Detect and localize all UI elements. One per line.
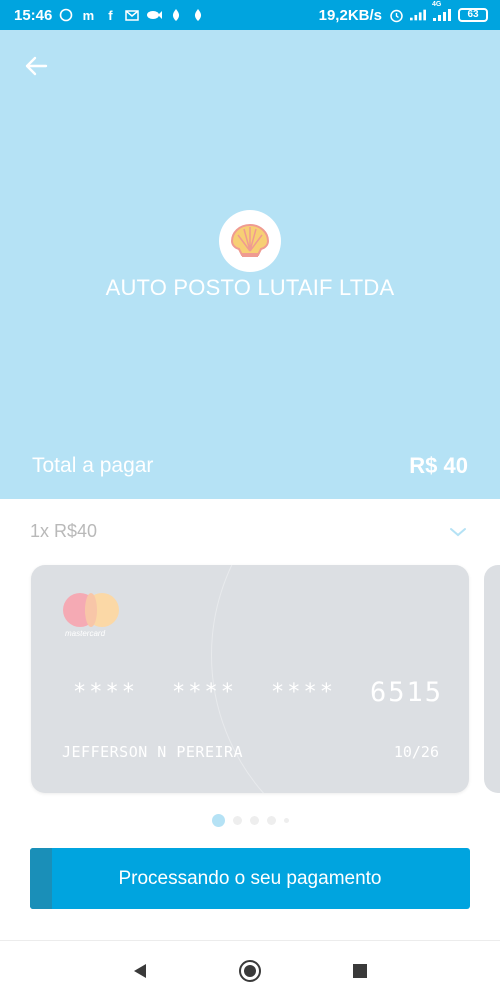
card-number-group: **** bbox=[73, 680, 138, 705]
payment-progress-bar bbox=[30, 848, 52, 909]
next-card-peek[interactable] bbox=[484, 565, 500, 793]
pager-dot[interactable] bbox=[249, 816, 259, 825]
nav-recents-button[interactable] bbox=[348, 959, 372, 983]
circle-home-icon bbox=[239, 959, 261, 982]
button-label: Processando o seu pagamento bbox=[118, 867, 382, 889]
merchant-name: AUTO POSTO LUTAIF LTDA bbox=[105, 275, 395, 300]
nav-home-button[interactable] bbox=[238, 959, 262, 983]
chevron-down-icon bbox=[450, 527, 466, 536]
mcdonalds-icon: m bbox=[82, 7, 95, 23]
process-payment-button[interactable]: Processando o seu pagamento bbox=[30, 848, 470, 909]
signal-icon bbox=[410, 7, 426, 23]
installments-selector[interactable]: 1x R$40 bbox=[0, 499, 500, 564]
status-time: 15:46 bbox=[14, 6, 53, 24]
mail-icon bbox=[124, 7, 140, 23]
status-bar: 15:46 m f 19,2KB/s 4G 63 bbox=[0, 0, 500, 30]
network-type: 4G bbox=[432, 1, 442, 8]
installments-value: 1x R$40 bbox=[30, 521, 98, 541]
arrow-left-icon bbox=[25, 56, 48, 76]
system-nav-bar bbox=[0, 940, 500, 1000]
square-recents-icon bbox=[353, 963, 367, 978]
fish-icon bbox=[146, 7, 163, 23]
payment-header: AUTO POSTO LUTAIF LTDA Total a pagar R$ … bbox=[0, 30, 500, 499]
nav-back-button[interactable] bbox=[128, 959, 152, 983]
card-number-group: **** bbox=[171, 680, 237, 705]
pager-dot[interactable] bbox=[266, 816, 276, 825]
pager-dot[interactable] bbox=[283, 818, 289, 823]
shell-logo-icon bbox=[230, 223, 270, 257]
card-holder-name: JEFFERSON N PEREIRA bbox=[62, 743, 244, 761]
net-speed: 19,2KB/s bbox=[318, 6, 382, 24]
total-value: R$ 40 bbox=[409, 453, 468, 478]
status-right: 19,2KB/s 4G 63 bbox=[318, 1, 488, 24]
card-number: **** **** **** 6515 bbox=[73, 677, 443, 708]
alarm-icon bbox=[388, 7, 404, 23]
payment-screen: 15:46 m f 19,2KB/s 4G 63 AUTO POSTO LUTA… bbox=[0, 0, 500, 1000]
app-icon-1 bbox=[168, 7, 184, 23]
card-expiry: 10/26 bbox=[393, 743, 439, 761]
card-number-group: **** bbox=[270, 680, 336, 705]
card-pager bbox=[0, 814, 500, 827]
battery-icon: 63 bbox=[458, 8, 488, 22]
card-brand-text: mastercard bbox=[65, 629, 106, 638]
merchant-logo bbox=[219, 210, 281, 272]
status-left: 15:46 m f bbox=[14, 7, 206, 24]
back-button[interactable] bbox=[22, 52, 50, 80]
triangle-back-icon bbox=[134, 963, 146, 978]
mastercard-logo-icon: mastercard bbox=[63, 593, 123, 639]
card-last-digits: 6515 bbox=[369, 677, 443, 708]
whatsapp-icon bbox=[58, 7, 74, 23]
facebook-icon: f bbox=[108, 7, 113, 23]
pager-dot[interactable] bbox=[232, 816, 242, 825]
pager-dot[interactable] bbox=[211, 814, 225, 827]
signal-4g-icon: 4G bbox=[432, 1, 452, 23]
app-icon-2 bbox=[190, 7, 206, 23]
payment-card[interactable]: mastercard **** **** **** 6515 JEFFERSON… bbox=[31, 565, 469, 793]
battery-level: 63 bbox=[467, 9, 479, 20]
total-label: Total a pagar bbox=[32, 454, 154, 477]
